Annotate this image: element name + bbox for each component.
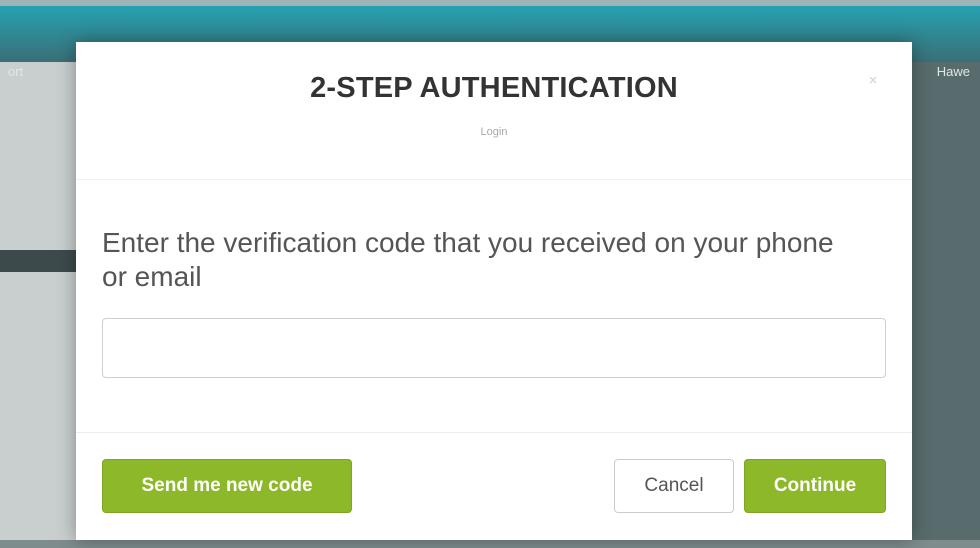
cancel-button[interactable]: Cancel (614, 459, 734, 513)
background-top-strip (0, 0, 980, 6)
close-icon[interactable]: × (864, 72, 882, 90)
modal-subtitle: Login (480, 126, 508, 138)
background-bottom-strip (0, 540, 980, 548)
background-left-panel (0, 62, 76, 548)
background-left-band (0, 250, 76, 272)
background-right-panel (912, 62, 980, 548)
modal-body: Enter the verification code that you rec… (76, 180, 912, 432)
verification-code-input[interactable] (102, 318, 886, 378)
modal-header: 2-STEP AUTHENTICATION Login × (76, 42, 912, 180)
continue-button[interactable]: Continue (744, 459, 886, 513)
background-left-text: ort (8, 64, 24, 79)
background-right-text: Hawe (936, 64, 970, 79)
verification-prompt: Enter the verification code that you rec… (102, 227, 834, 292)
send-new-code-button[interactable]: Send me new code (102, 459, 352, 513)
modal-title: 2-STEP AUTHENTICATION (310, 72, 678, 104)
modal-footer: Send me new code Cancel Continue (76, 432, 912, 540)
two-step-auth-modal: 2-STEP AUTHENTICATION Login × Enter the … (76, 42, 912, 540)
